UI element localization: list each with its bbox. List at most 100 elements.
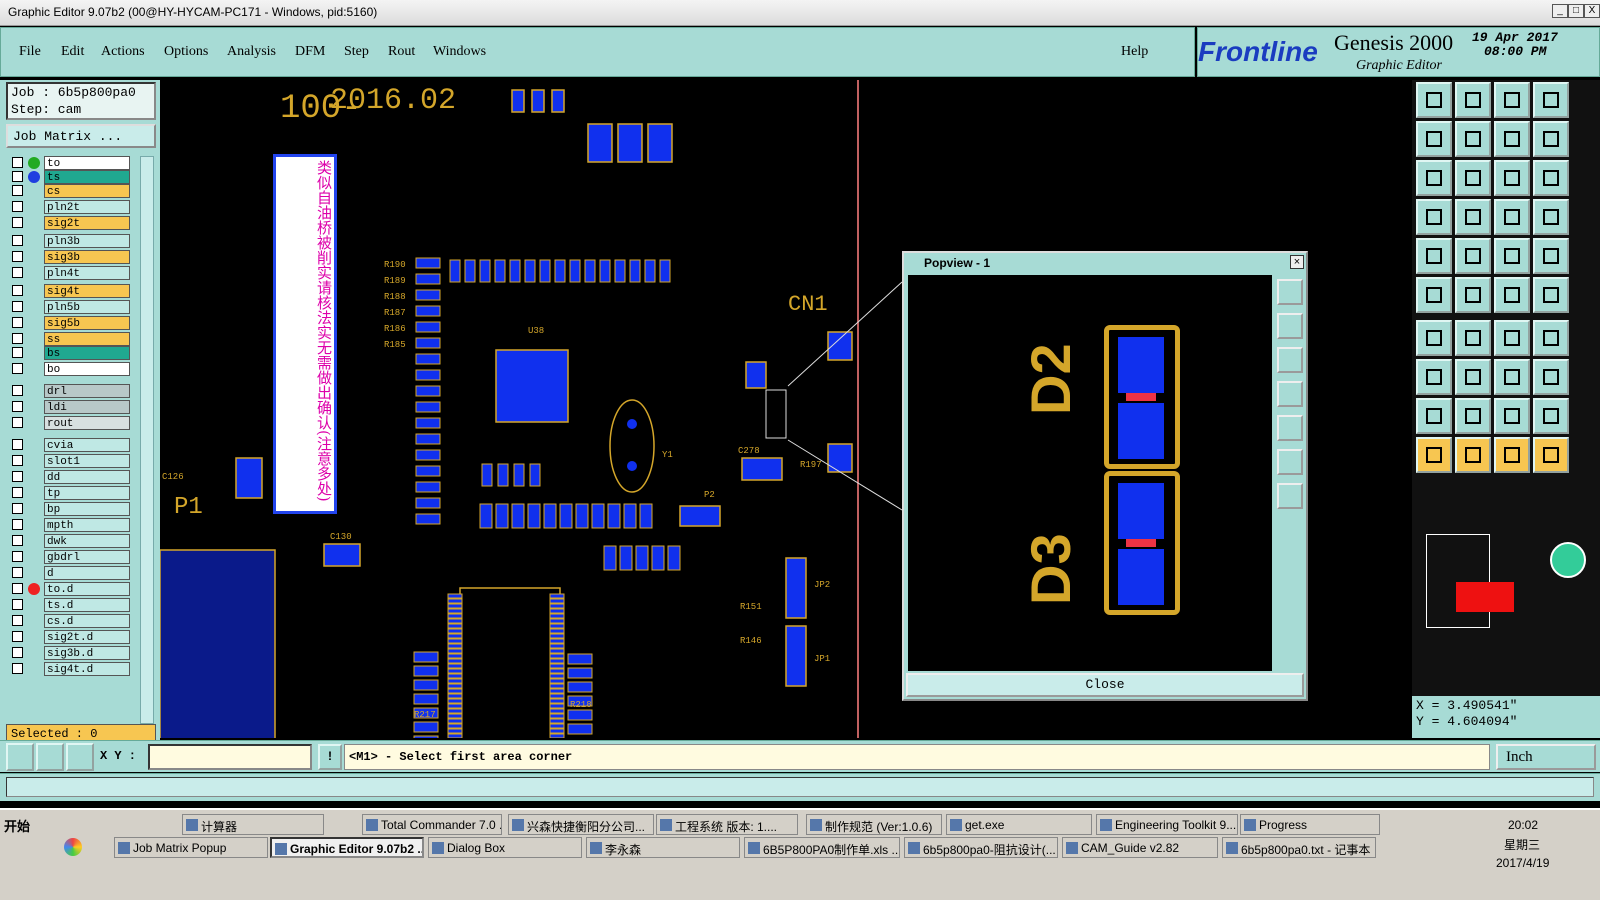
pan-left-icon[interactable] — [1416, 121, 1452, 157]
taskbar-item-bottom-5[interactable]: 6b5p800pa0-阻抗设计(... — [904, 837, 1058, 858]
pan-right-icon[interactable] — [1455, 121, 1491, 157]
layer-checkbox[interactable] — [12, 157, 23, 168]
layer-row-cs[interactable]: cs — [6, 184, 130, 198]
close-window-button[interactable]: X — [1584, 4, 1600, 18]
menu-file[interactable]: File — [19, 44, 41, 60]
layer-checkbox[interactable] — [12, 317, 23, 328]
popview-pan-right-icon[interactable] — [1277, 415, 1303, 441]
menu-edit[interactable]: Edit — [61, 44, 84, 60]
popview-zoom-in-icon[interactable] — [1277, 449, 1303, 475]
taskbar-item-top-2[interactable]: 兴森快捷衡阳分公司... — [508, 814, 654, 835]
layer-name[interactable]: sig3b — [44, 250, 130, 264]
layer-name[interactable]: dwk — [44, 534, 130, 548]
layer-checkbox[interactable] — [12, 647, 23, 658]
layer-name[interactable]: to — [44, 156, 130, 170]
layer-row-dwk[interactable]: dwk — [6, 534, 130, 548]
layer-checkbox[interactable] — [12, 171, 23, 182]
taskbar-item-top-6[interactable]: Engineering Toolkit 9.... — [1096, 814, 1238, 835]
layer-row-sig4t-d[interactable]: sig4t.d — [6, 662, 130, 676]
zoom-out-icon[interactable] — [1533, 82, 1569, 118]
taskbar-item-bottom-7[interactable]: 6b5p800pa0.txt - 记事本 — [1222, 837, 1376, 858]
layer-checkbox[interactable] — [12, 663, 23, 674]
layer-checkbox[interactable] — [12, 503, 23, 514]
layer-name[interactable]: pln2t — [44, 200, 130, 214]
layer-name[interactable]: sig4t — [44, 284, 130, 298]
layer-row-d[interactable]: d — [6, 566, 130, 580]
layer-name[interactable]: ts.d — [44, 598, 130, 612]
triangle-a-icon[interactable] — [1494, 398, 1530, 434]
taskbar-item-top-3[interactable]: 工程系统 版本: 1.... — [656, 814, 798, 835]
taskbar-item-bottom-0[interactable]: Job Matrix Popup — [114, 837, 268, 858]
layer-name[interactable]: bs — [44, 346, 130, 360]
triangle-fill-icon[interactable] — [1455, 398, 1491, 434]
taskbar-item-bottom-2[interactable]: Dialog Box — [428, 837, 582, 858]
layer-checkbox[interactable] — [12, 417, 23, 428]
measure-icon[interactable] — [1416, 199, 1452, 235]
layer-checkbox[interactable] — [12, 185, 23, 196]
layer-row-ldi[interactable]: ldi — [6, 400, 130, 414]
angle-icon[interactable] — [1416, 320, 1452, 356]
layer-name[interactable]: sig2t.d — [44, 630, 130, 644]
layer-row-dd[interactable]: dd — [6, 470, 130, 484]
layer-name[interactable]: rout — [44, 416, 130, 430]
layer-row-pln2t[interactable]: pln2t — [6, 200, 130, 214]
layer-checkbox[interactable] — [12, 217, 23, 228]
menu-windows[interactable]: Windows — [433, 44, 486, 60]
layer-checkbox[interactable] — [12, 551, 23, 562]
zoom-in-icon[interactable] — [1455, 82, 1491, 118]
alert-icon[interactable]: ! — [318, 744, 342, 770]
layer-name[interactable]: cs.d — [44, 614, 130, 628]
popview-canvas[interactable]: D2 D3 — [908, 275, 1272, 671]
grid-icon[interactable] — [66, 743, 94, 771]
layer-row-sig2t[interactable]: sig2t — [6, 216, 130, 230]
layer-row-bo[interactable]: bo — [6, 362, 130, 376]
popview-zoom-fit-icon[interactable] — [1277, 279, 1303, 305]
layer-checkbox[interactable] — [12, 599, 23, 610]
layer-row-slot1[interactable]: slot1 — [6, 454, 130, 468]
popview-close-icon[interactable]: × — [1290, 255, 1304, 269]
layer-checkbox[interactable] — [12, 363, 23, 374]
layer-name[interactable]: cvia — [44, 438, 130, 452]
parallel-icon[interactable] — [1533, 320, 1569, 356]
cut-icon[interactable] — [1455, 359, 1491, 395]
cross-icon[interactable] — [1455, 277, 1491, 313]
select-multi-icon[interactable] — [1533, 437, 1569, 473]
layer-checkbox[interactable] — [12, 201, 23, 212]
layer-name[interactable]: bp — [44, 502, 130, 516]
layer-scrollbar[interactable] — [140, 156, 154, 724]
select-arrow-icon[interactable] — [1494, 437, 1530, 473]
layer-row-pln4t[interactable]: pln4t — [6, 266, 130, 280]
layer-name[interactable]: cs — [44, 184, 130, 198]
snap-icon[interactable] — [6, 743, 34, 771]
layer-row-sig2t-d[interactable]: sig2t.d — [6, 630, 130, 644]
redraw-icon[interactable] — [1533, 121, 1569, 157]
taskbar-item-top-4[interactable]: 制作规范 (Ver:1.0.6) — [806, 814, 942, 835]
layer-name[interactable]: sig5b — [44, 316, 130, 330]
layer-checkbox[interactable] — [12, 401, 23, 412]
taskbar-item-top-1[interactable]: Total Commander 7.0 ... — [362, 814, 502, 835]
circle-icon[interactable] — [1533, 238, 1569, 274]
layer-name[interactable]: slot1 — [44, 454, 130, 468]
layer-checkbox[interactable] — [12, 631, 23, 642]
layer-checkbox[interactable] — [12, 285, 23, 296]
menu-actions[interactable]: Actions — [101, 44, 145, 60]
layer-name[interactable]: ss — [44, 332, 130, 346]
layer-row-rout[interactable]: rout — [6, 416, 130, 430]
layer-row-sig4t[interactable]: sig4t — [6, 284, 130, 298]
layer-checkbox[interactable] — [12, 615, 23, 626]
move-icon[interactable] — [1416, 359, 1452, 395]
layer-row-bs[interactable]: bs — [6, 346, 130, 360]
layer-name[interactable]: sig3b.d — [44, 646, 130, 660]
layer-name[interactable]: tp — [44, 486, 130, 500]
zoom-home-icon[interactable] — [1494, 82, 1530, 118]
arc-icon[interactable] — [1533, 277, 1569, 313]
taskbar-item-bottom-6[interactable]: CAM_Guide v2.82 — [1062, 837, 1218, 858]
layer-checkbox[interactable] — [12, 519, 23, 530]
fit-icon[interactable] — [1416, 160, 1452, 196]
layer-name[interactable]: ts — [44, 170, 130, 184]
net-icon[interactable] — [1533, 199, 1569, 235]
menu-options[interactable]: Options — [164, 44, 208, 60]
triangle-icon[interactable] — [1416, 398, 1452, 434]
layer-name[interactable]: pln3b — [44, 234, 130, 248]
layer-row-pln5b[interactable]: pln5b — [6, 300, 130, 314]
